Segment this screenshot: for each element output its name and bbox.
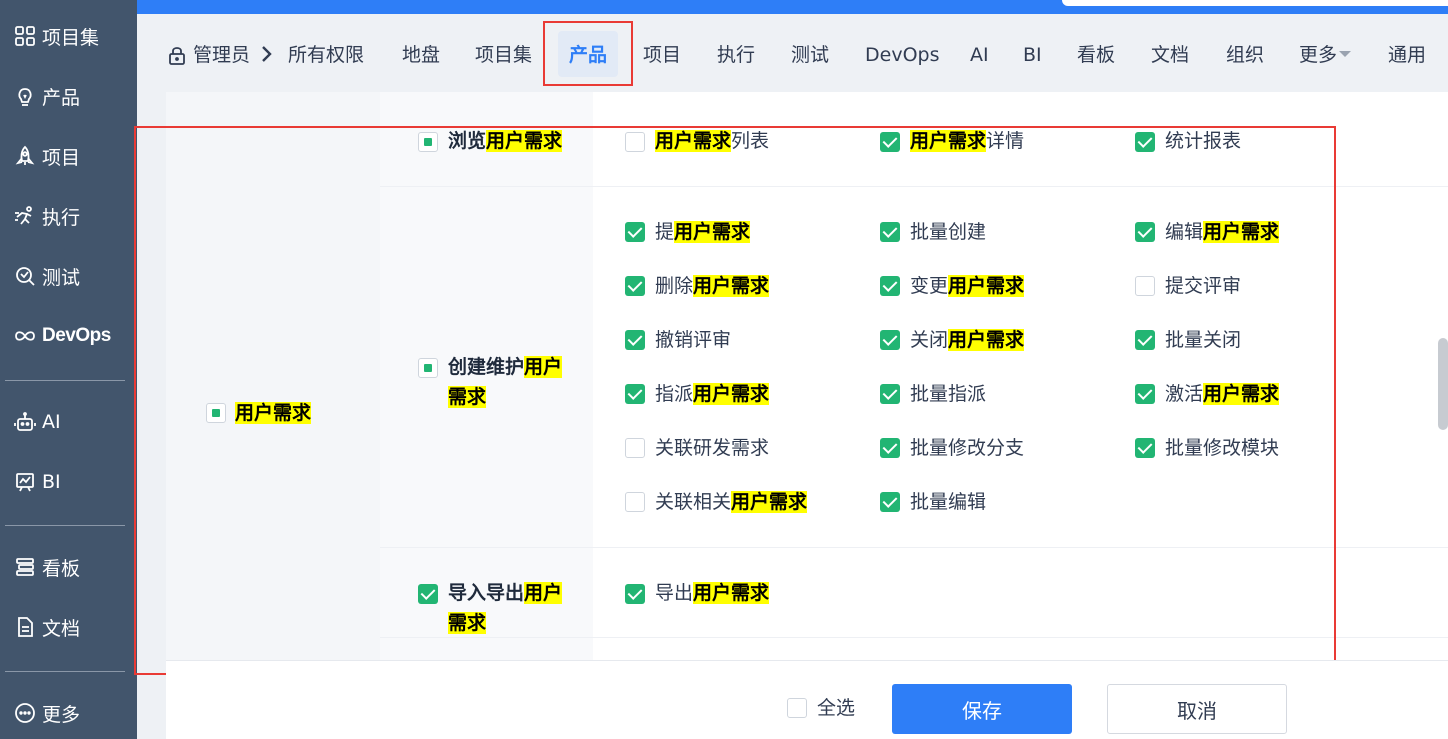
tab-bi[interactable]: BI xyxy=(1023,42,1042,68)
document-icon xyxy=(14,616,36,638)
robot-icon xyxy=(14,411,36,433)
more-dots-icon xyxy=(14,702,36,724)
sidebar-item-label: AI xyxy=(42,411,61,433)
grid-icon xyxy=(14,25,36,47)
top-card xyxy=(1062,0,1448,6)
caret-down-icon xyxy=(1339,50,1352,57)
sidebar-item-product[interactable]: 产品 xyxy=(14,81,80,111)
sidebar-item-label: 项目集 xyxy=(42,26,100,49)
annotation-highlight-box xyxy=(543,21,633,86)
sidebar-item-label: 项目 xyxy=(42,146,81,169)
tab-ai[interactable]: AI xyxy=(970,42,989,68)
breadcrumb-root[interactable]: 管理员 xyxy=(193,42,250,68)
sidebar-item-program[interactable]: 项目集 xyxy=(14,21,99,51)
sidebar-item-project[interactable]: 项目 xyxy=(14,141,80,171)
tab-dashboard[interactable]: 地盘 xyxy=(402,42,440,68)
sidebar-item-label: 看板 xyxy=(42,557,81,580)
sidebar-item-doc[interactable]: 文档 xyxy=(14,612,80,642)
tab-project[interactable]: 项目 xyxy=(643,42,681,68)
sidebar-item-label: BI xyxy=(42,471,61,493)
sidebar-divider xyxy=(5,380,125,381)
tab-more-label: 更多 xyxy=(1299,44,1338,66)
tab-doc[interactable]: 文档 xyxy=(1151,42,1189,68)
tab-kanban[interactable]: 看板 xyxy=(1077,42,1115,68)
sidebar-item-bi[interactable]: BI xyxy=(14,467,61,497)
kanban-icon xyxy=(14,556,36,578)
sidebar-item-more[interactable]: 更多 xyxy=(14,698,80,728)
annotation-highlight-box xyxy=(134,126,1336,675)
sidebar-item-label: 执行 xyxy=(42,206,81,229)
rocket-icon xyxy=(14,145,36,167)
tab-test[interactable]: 测试 xyxy=(791,42,829,68)
sidebar-item-test[interactable]: 测试 xyxy=(14,261,80,291)
select-all-checkbox[interactable] xyxy=(787,698,807,718)
save-button[interactable]: 保存 xyxy=(892,684,1072,734)
tab-devops[interactable]: DevOps xyxy=(865,42,939,68)
breadcrumb-current: 所有权限 xyxy=(288,44,365,66)
sidebar-divider xyxy=(5,525,125,526)
sidebar-item-label: DevOps xyxy=(42,325,111,346)
footer-actions: 全选 保存 取消 xyxy=(166,660,1448,739)
lightbulb-icon xyxy=(14,85,36,107)
bug-search-icon xyxy=(14,265,36,287)
tab-execution[interactable]: 执行 xyxy=(717,42,755,68)
sidebar-item-kanban[interactable]: 看板 xyxy=(14,552,80,582)
sidebar-item-label: 测试 xyxy=(42,266,81,289)
run-icon xyxy=(14,205,36,227)
chart-board-icon xyxy=(14,471,36,493)
tab-organization[interactable]: 组织 xyxy=(1226,42,1264,68)
sidebar-item-devops[interactable]: DevOps xyxy=(14,321,111,351)
scrollbar-thumb[interactable] xyxy=(1438,338,1448,430)
tab-general[interactable]: 通用 xyxy=(1388,42,1426,68)
sidebar-item-label: 产品 xyxy=(42,86,81,109)
permission-nav: 管理员 所有权限 地盘 项目集 产品 项目 执行 测试 DevOps AI BI… xyxy=(137,14,1448,92)
lock-icon xyxy=(167,45,187,65)
tab-more[interactable]: 更多 xyxy=(1299,42,1352,68)
chevron-right-icon xyxy=(260,44,274,64)
infinity-icon xyxy=(14,325,36,347)
sidebar-item-label: 文档 xyxy=(42,617,81,640)
sidebar-item-label: 更多 xyxy=(42,703,81,726)
tab-program[interactable]: 项目集 xyxy=(475,42,532,68)
sidebar-item-execution[interactable]: 执行 xyxy=(14,201,80,231)
sidebar-item-ai[interactable]: AI xyxy=(14,407,61,437)
select-all-label[interactable]: 全选 xyxy=(817,695,855,721)
cancel-button[interactable]: 取消 xyxy=(1107,684,1287,734)
sidebar-divider xyxy=(5,671,125,672)
sidebar: 项目集 产品 项目 执行 测试 DevOps AI BI 看板 文档 更多 xyxy=(0,0,137,739)
